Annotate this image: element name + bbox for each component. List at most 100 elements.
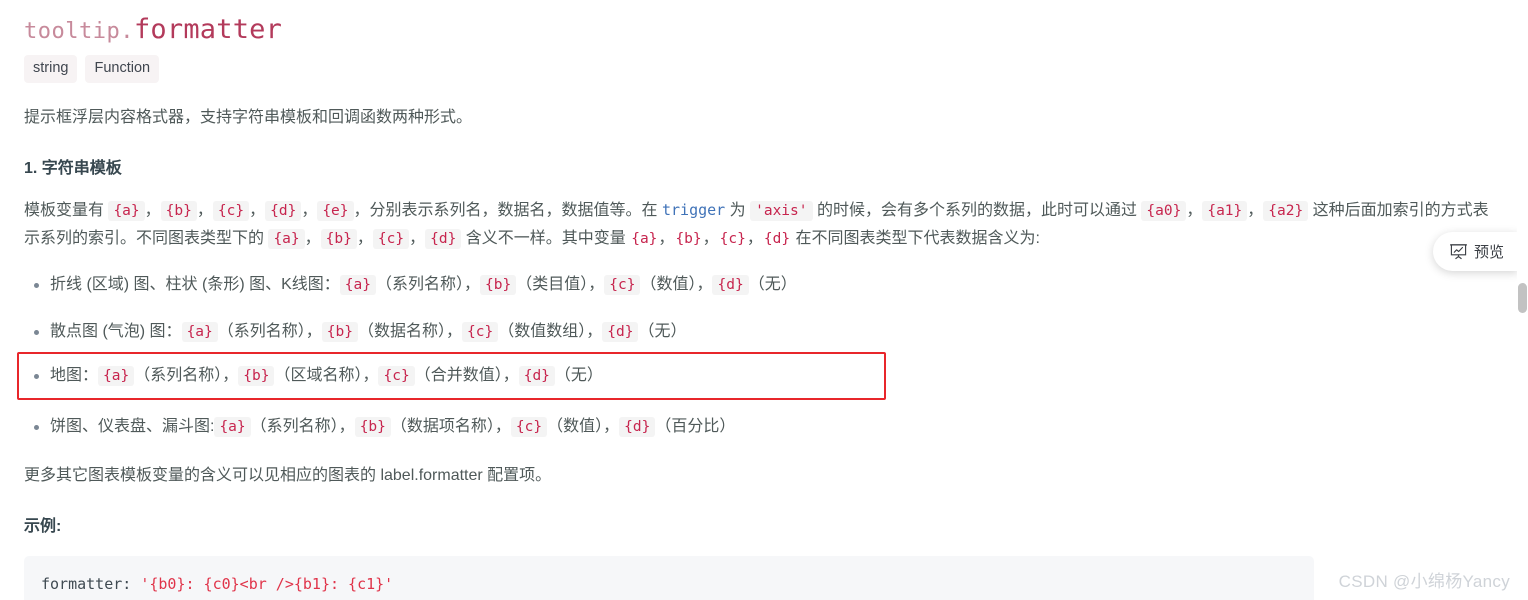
list-item-desc: （无）	[554, 367, 603, 384]
list-item-desc: （百分比）	[655, 417, 736, 435]
code-var-c-2: {c}	[372, 228, 410, 249]
list-item-label: 地图：	[50, 367, 99, 384]
list-item-desc: （合并数值）	[414, 367, 503, 384]
list-item-desc: （系列名称）	[375, 275, 464, 293]
code-var-d-2: {d}	[425, 228, 462, 249]
code-var-c-3: {c}	[719, 230, 746, 247]
code-var-d: {d}	[265, 200, 302, 221]
code-var-a: {a}	[214, 416, 251, 437]
list-item-desc: （无）	[748, 275, 797, 293]
text-run: ，分别表示系列名，数据名，数据值等。在	[353, 201, 662, 219]
code-var-b-3: {b}	[675, 230, 702, 247]
api-title-prefix: tooltip.	[24, 19, 134, 44]
section-heading-string-template: 1. 字符串模板	[24, 159, 122, 177]
text-run: ，	[658, 229, 675, 247]
code-var-d: {d}	[619, 416, 656, 437]
api-description: 提示框浮层内容格式器，支持字符串模板和回调函数两种形式。	[24, 108, 473, 126]
text-run: 为	[725, 201, 751, 219]
code-string-value: '{b0}: {c0}<br />{b1}: {c1}'	[140, 574, 394, 593]
text-run: ，	[1186, 201, 1203, 219]
example-code-block: formatter: '{b0}: {c0}<br />{b1}: {c1}'	[24, 555, 1314, 600]
list-item-map-highlighted: 地图： {a} （系列名称）， {b} （区域名称）， {c} （合并数值）， {d} （无）	[24, 362, 603, 390]
text-run: ，	[249, 201, 266, 219]
text-run: ，	[502, 367, 519, 384]
code-var-c: {c}	[510, 416, 548, 437]
example-heading: 示例:	[24, 517, 62, 535]
code-var-b: {b}	[354, 416, 391, 437]
code-var-a: {a}	[108, 200, 145, 221]
list-item-desc: （系列名称）	[250, 417, 339, 435]
text-run: ，	[702, 229, 719, 247]
text-run: ，	[494, 417, 511, 435]
text-run: ，	[586, 322, 603, 340]
text-run: ，	[1247, 201, 1264, 219]
code-var-a: {a}	[98, 366, 135, 386]
template-variables-paragraph: 模板变量有 {a}， {b}， {c}， {d}， {e} ，分别表示系列名，数据名，数据…	[24, 178, 1504, 253]
watermark: CSDN @小绵杨Yancy	[1338, 572, 1510, 591]
code-value-axis: 'axis'	[750, 200, 813, 221]
text-run: ，	[603, 417, 620, 435]
list-item-label: 折线 (区域) 图、柱状 (条形) 图、K线图：	[50, 275, 340, 293]
text-run: ，	[696, 275, 713, 293]
text-run: ，	[746, 229, 763, 247]
code-var-d-3: {d}	[763, 230, 791, 247]
code-var-b: {b}	[238, 366, 275, 386]
list-item-label: 散点图 (气泡) 图：	[50, 322, 182, 340]
code-var-a2: {a2}	[1263, 200, 1309, 221]
code-var-a: {a}	[339, 274, 376, 295]
text-run: 模板变量有	[24, 201, 109, 219]
scrollbar-thumb[interactable]	[1518, 283, 1527, 313]
list-item-desc: （数值数组）	[498, 322, 587, 340]
code-var-d: {d}	[602, 321, 639, 342]
list-item-desc: （区域名称）	[274, 367, 363, 384]
presentation-chart-icon	[1449, 243, 1467, 260]
list-item-desc: （数值）	[547, 417, 604, 435]
list-item-desc: （数据项名称）	[390, 417, 495, 435]
text-run: ，	[464, 275, 481, 293]
text-run: 在不同图表类型下代表数据含义为:	[791, 229, 1040, 247]
code-var-a0: {a0}	[1141, 200, 1187, 221]
page-title: tooltip.formatter	[24, 0, 1504, 46]
more-info-paragraph: 更多其它图表模板变量的含义可以见相应的图表的 label.formatter 配…	[24, 466, 552, 484]
list-item-desc: （无）	[638, 322, 687, 340]
list-item-desc: （系列名称）	[217, 322, 306, 340]
text-run: ，	[409, 229, 426, 247]
code-var-a1: {a1}	[1202, 200, 1248, 221]
code-var-b: {b}	[160, 200, 197, 221]
code-key: formatter:	[41, 574, 141, 593]
code-var-b: {b}	[321, 321, 358, 342]
documentation-page: tooltip.formatter string Function 提示框浮层内…	[0, 0, 1528, 600]
type-tag-string: string	[24, 55, 78, 83]
text-run: 的时候，会有多个系列的数据，此时可以通过	[812, 201, 1142, 219]
text-run: ，	[144, 201, 161, 219]
text-run: ，	[301, 201, 318, 219]
list-item: 饼图、仪表盘、漏斗图: {a} （系列名称）， {b} （数据项名称）， {c} （数值），…	[24, 413, 1504, 441]
text-run: ，	[338, 417, 355, 435]
text-run: ，	[588, 275, 605, 293]
code-var-c: {c}	[212, 200, 250, 221]
code-var-c: {c}	[378, 366, 415, 386]
text-run: 含义不一样。其中变量	[461, 229, 631, 247]
preview-button[interactable]: 预览	[1432, 232, 1518, 271]
text-run: ，	[196, 201, 213, 219]
list-item: 折线 (区域) 图、柱状 (条形) 图、K线图： {a} （系列名称）， {b} （类目…	[24, 271, 1504, 299]
type-tag-function: Function	[85, 55, 160, 83]
code-var-c: {c}	[604, 274, 641, 295]
scrollbar-track[interactable]	[1517, 0, 1528, 600]
text-run: ，	[222, 367, 239, 384]
code-var-d: {d}	[712, 274, 749, 295]
code-var-d: {d}	[518, 366, 555, 386]
text-run: ，	[305, 322, 322, 340]
text-run: ，	[304, 229, 321, 247]
list-item-desc: （类目值）	[516, 275, 589, 293]
code-var-b-2: {b}	[320, 228, 357, 249]
code-var-b: {b}	[480, 274, 517, 295]
code-var-e: {e}	[317, 200, 354, 221]
list-item-desc: （数值）	[640, 275, 697, 293]
api-title-name: formatter	[133, 14, 283, 45]
code-var-a: {a}	[181, 321, 218, 342]
text-run: ，	[446, 322, 463, 340]
link-trigger[interactable]: trigger	[662, 201, 725, 219]
list-item-desc: （系列名称）	[134, 367, 223, 384]
preview-button-label: 预览	[1473, 244, 1504, 261]
